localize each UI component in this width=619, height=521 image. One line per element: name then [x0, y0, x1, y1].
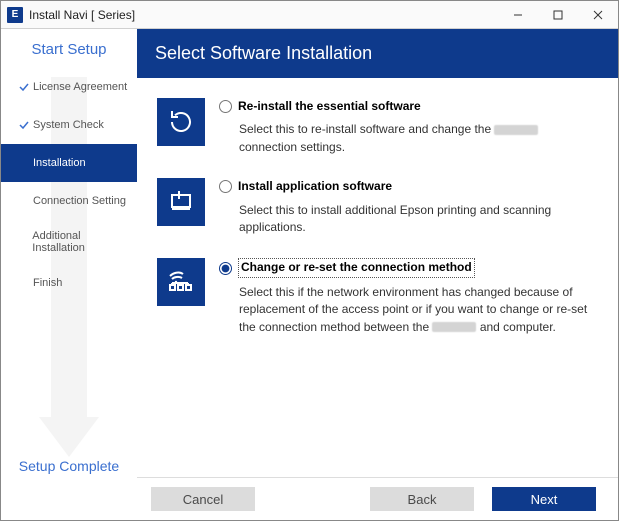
check-icon: [19, 196, 29, 206]
sidebar-step-connection-setting: Connection Setting: [1, 182, 137, 220]
sidebar-step-finish: Finish: [1, 264, 137, 302]
sidebar-step-label: License Agreement: [33, 81, 127, 93]
option-radio[interactable]: [219, 262, 232, 275]
window-title: Install Navi [ Series]: [29, 8, 135, 22]
close-button[interactable]: [578, 1, 618, 28]
back-button[interactable]: Back: [370, 487, 474, 511]
sidebar-step-installation: Installation: [1, 144, 137, 182]
maximize-button[interactable]: [538, 1, 578, 28]
option-description: Select this if the network environment h…: [219, 284, 598, 336]
minimize-button[interactable]: [498, 1, 538, 28]
option-radio[interactable]: [219, 180, 232, 193]
option-body: Install application software Select this …: [219, 178, 598, 236]
option-radio-row[interactable]: Re-install the essential software: [219, 98, 598, 115]
check-icon: [19, 278, 29, 288]
redacted-text: [432, 322, 476, 332]
check-icon: [19, 158, 29, 168]
window-controls: [498, 1, 618, 28]
check-icon: [19, 237, 28, 247]
option-body: Change or re-set the connection method Se…: [219, 258, 598, 336]
check-icon: [19, 120, 29, 130]
option-radio-row[interactable]: Change or re-set the connection method: [219, 258, 598, 277]
add-monitor-icon: [157, 178, 205, 226]
option-radio[interactable]: [219, 100, 232, 113]
refresh-icon: [157, 98, 205, 146]
sidebar: Start Setup License Agreement System Chec…: [1, 29, 137, 478]
option-description: Select this to install additional Epson …: [219, 202, 598, 237]
sidebar-footer: Setup Complete: [1, 458, 137, 474]
option-title: Change or re-set the connection method: [238, 258, 475, 277]
check-icon: [19, 82, 29, 92]
option-description: Select this to re-install software and c…: [219, 121, 598, 156]
page-title: Select Software Installation: [137, 29, 618, 78]
titlebar: E Install Navi [ Series]: [1, 1, 618, 29]
sidebar-step-label: Finish: [33, 277, 62, 289]
option-change-conn: Change or re-set the connection method Se…: [157, 258, 598, 336]
sidebar-step-label: Additional Installation: [32, 230, 129, 254]
redacted-text: [494, 125, 538, 135]
sidebar-step-label: Installation: [33, 157, 86, 169]
sidebar-title: Start Setup: [1, 35, 137, 68]
next-button[interactable]: Next: [492, 487, 596, 511]
option-body: Re-install the essential software Select …: [219, 98, 598, 156]
main-panel: Select Software Installation Re-install …: [137, 29, 618, 478]
cancel-button[interactable]: Cancel: [151, 487, 255, 511]
option-reinstall: Re-install the essential software Select …: [157, 98, 598, 156]
sidebar-step-label: System Check: [33, 119, 104, 131]
footer-bar: Cancel Back Next: [1, 478, 618, 520]
app-icon: E: [7, 7, 23, 23]
network-icon: [157, 258, 205, 306]
option-radio-row[interactable]: Install application software: [219, 178, 598, 195]
option-title: Re-install the essential software: [238, 98, 421, 115]
sidebar-step-system-check: System Check: [1, 106, 137, 144]
sidebar-step-additional-installation: Additional Installation: [1, 220, 137, 264]
option-title: Install application software: [238, 178, 392, 195]
sidebar-step-label: Connection Setting: [33, 195, 126, 207]
sidebar-step-license-agreement: License Agreement: [1, 68, 137, 106]
option-install-apps: Install application software Select this …: [157, 178, 598, 236]
